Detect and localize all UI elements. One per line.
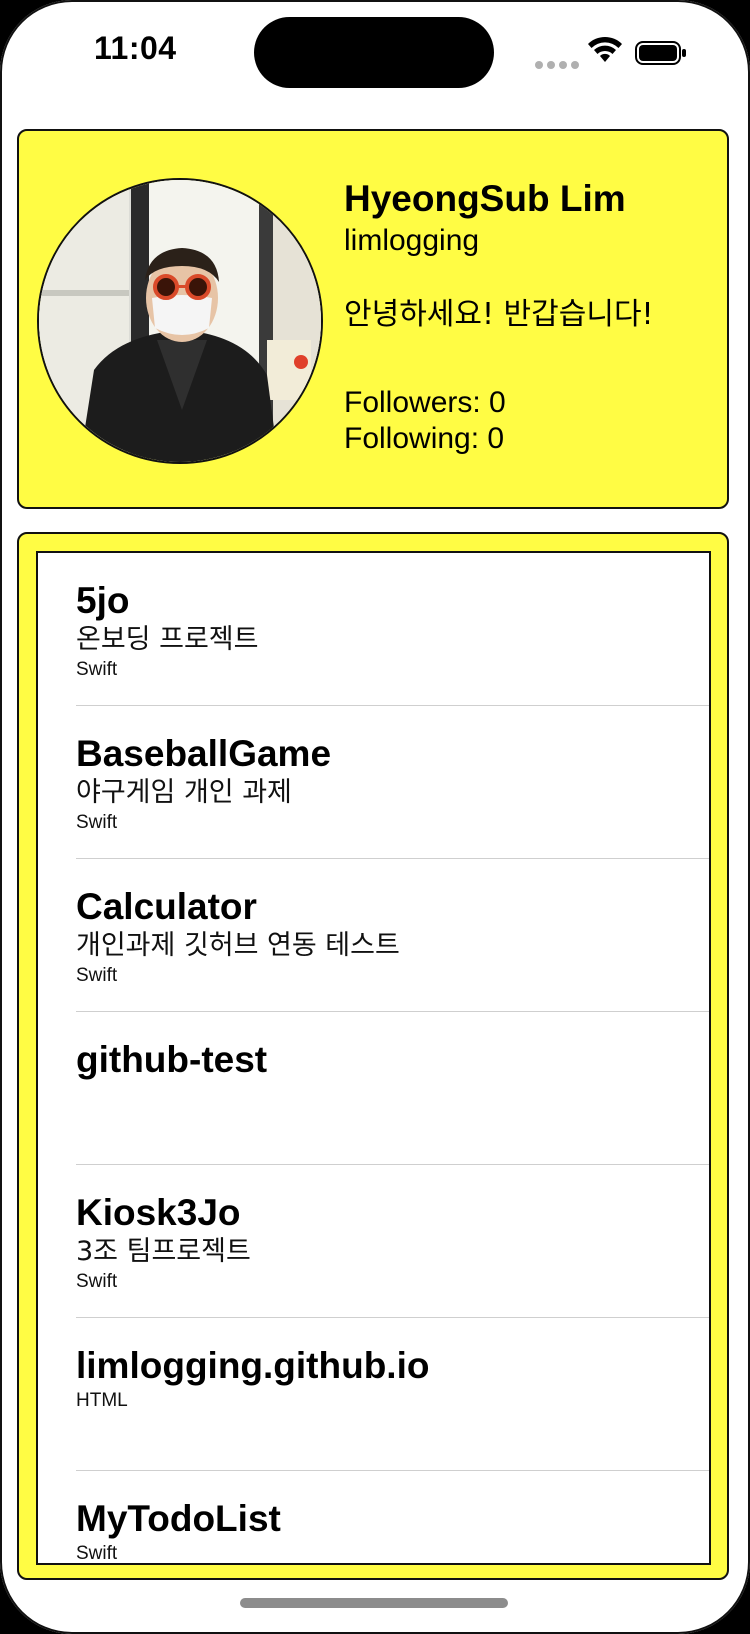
avatar-photo — [39, 180, 321, 462]
battery-icon — [635, 41, 686, 65]
repo-description: 3조 팀프로젝트 — [76, 1236, 251, 1267]
home-indicator[interactable] — [240, 1598, 508, 1608]
repo-language: Swift — [76, 965, 118, 986]
profile-bio: 안녕하세요! 반갑습니다! — [344, 297, 654, 332]
repo-row[interactable]: MyTodoList Swift — [38, 1471, 709, 1564]
repo-row[interactable]: limlogging.github.io HTML — [38, 1318, 709, 1471]
repo-language: Swift — [76, 1543, 118, 1564]
wifi-icon — [588, 36, 622, 62]
repo-list[interactable]: 5jo 온보딩 프로젝트 Swift BaseballGame 야구게임 개인 … — [36, 551, 711, 1565]
status-icons — [535, 36, 690, 69]
repo-name: MyTodoList — [76, 1498, 281, 1539]
repo-language: Swift — [76, 659, 118, 680]
repo-name: Calculator — [76, 886, 257, 927]
dynamic-island — [254, 17, 494, 88]
repo-row[interactable]: Calculator 개인과제 깃허브 연동 테스트 Swift — [38, 859, 709, 1012]
following-count: Following: 0 — [344, 422, 505, 455]
repo-row[interactable]: Kiosk3Jo 3조 팀프로젝트 Swift — [38, 1165, 709, 1318]
repo-name: github-test — [76, 1039, 268, 1080]
followers-count: Followers: 0 — [344, 386, 506, 419]
profile-card: HyeongSub Lim limlogging 안녕하세요! 반갑습니다! F… — [17, 129, 729, 509]
repo-name: Kiosk3Jo — [76, 1192, 241, 1233]
repo-name: BaseballGame — [76, 733, 332, 774]
repo-language: Swift — [76, 812, 118, 833]
repo-name: limlogging.github.io — [76, 1345, 430, 1386]
repo-language: Swift — [76, 1271, 118, 1292]
phone-screen: 11:04 HyeongSub Lim limlogging 안녕하세요! 반갑… — [0, 0, 750, 1634]
signal-icon — [535, 56, 583, 74]
repo-row[interactable]: 5jo 온보딩 프로젝트 Swift — [38, 553, 709, 706]
avatar — [37, 178, 323, 464]
repo-language: HTML — [76, 1390, 128, 1411]
repo-description: 온보딩 프로젝트 — [76, 624, 259, 655]
repo-description: 야구게임 개인 과제 — [76, 777, 292, 808]
status-time: 11:04 — [94, 30, 177, 66]
repo-description: 개인과제 깃허브 연동 테스트 — [76, 930, 400, 961]
repo-name: 5jo — [76, 580, 130, 621]
profile-username: limlogging — [344, 224, 480, 257]
repos-card: 5jo 온보딩 프로젝트 Swift BaseballGame 야구게임 개인 … — [17, 532, 729, 1580]
profile-name: HyeongSub Lim — [344, 178, 626, 219]
profile-info: HyeongSub Lim limlogging 안녕하세요! 반갑습니다! F… — [344, 177, 724, 457]
repo-row[interactable]: BaseballGame 야구게임 개인 과제 Swift — [38, 706, 709, 859]
repo-row[interactable]: github-test — [38, 1012, 709, 1165]
